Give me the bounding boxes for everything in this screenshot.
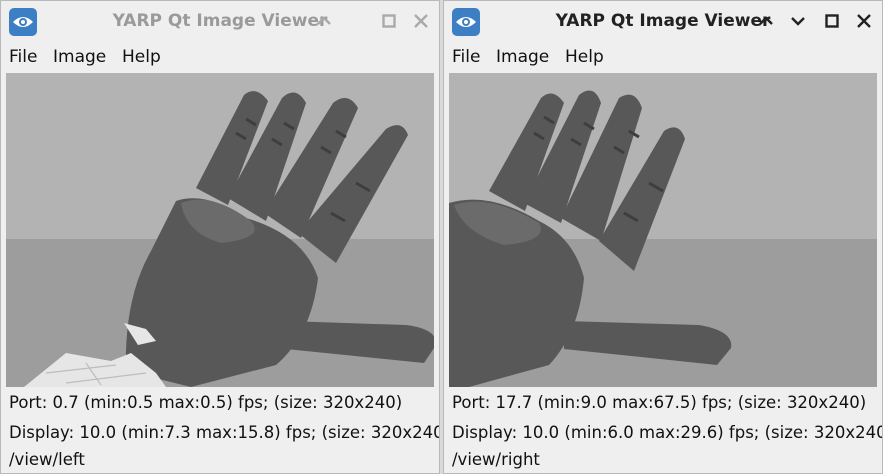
chevron-up-icon[interactable]	[312, 9, 336, 33]
menu-image[interactable]: Image	[496, 47, 549, 67]
port-status: Port: 0.7 (min:0.5 max:0.5) fps; (size: …	[9, 393, 403, 412]
window-title: YARP Qt Image Viewer	[112, 11, 328, 31]
square-icon[interactable]	[377, 9, 401, 33]
menu-bar: File Image Help	[6, 41, 434, 73]
title-bar[interactable]: YARP Qt Image Viewer	[444, 1, 882, 41]
menu-image[interactable]: Image	[53, 47, 106, 67]
window-title: YARP Qt Image Viewer	[555, 11, 771, 31]
display-status: Display: 10.0 (min:7.3 max:15.8) fps; (s…	[9, 423, 440, 442]
menu-help[interactable]: Help	[565, 47, 604, 67]
square-icon[interactable]	[820, 9, 844, 33]
display-status: Display: 10.0 (min:6.0 max:29.6) fps; (s…	[452, 423, 883, 442]
port-name: /view/left	[9, 450, 85, 469]
port-status: Port: 17.7 (min:9.0 max:67.5) fps; (size…	[452, 393, 867, 412]
menu-file[interactable]: File	[9, 47, 37, 67]
menu-bar: File Image Help	[449, 41, 877, 73]
camera-image-left	[6, 73, 434, 387]
menu-file[interactable]: File	[452, 47, 480, 67]
title-bar[interactable]: YARP Qt Image Viewer	[1, 1, 439, 41]
close-icon[interactable]	[852, 9, 876, 33]
image-viewer-window-left: YARP Qt Image Viewer File Image Help Por…	[0, 0, 440, 474]
close-icon[interactable]	[409, 9, 433, 33]
chevron-down-icon[interactable]	[786, 9, 810, 33]
menu-help[interactable]: Help	[122, 47, 161, 67]
chevron-up-icon[interactable]	[754, 9, 778, 33]
camera-image-right	[449, 73, 877, 387]
image-viewer-window-right: YARP Qt Image Viewer File Image Help Por…	[443, 0, 883, 474]
port-name: /view/right	[452, 450, 540, 469]
